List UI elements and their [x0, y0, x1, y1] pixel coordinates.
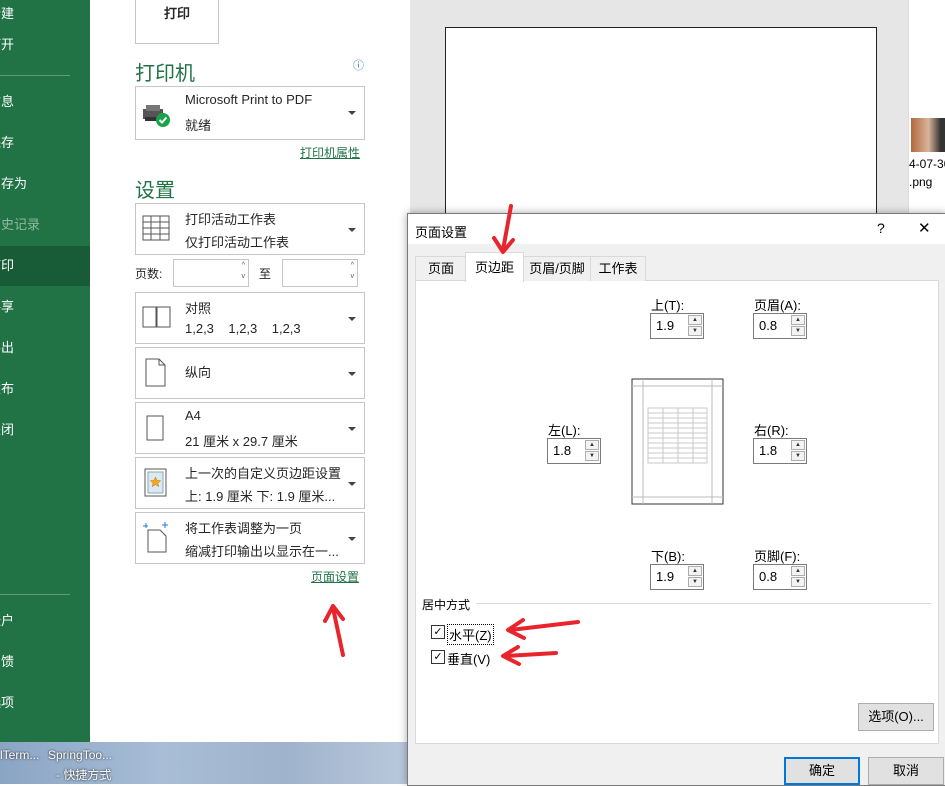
- arrow-to-vertical: [503, 651, 558, 658]
- annotation-arrows: [323, 204, 580, 666]
